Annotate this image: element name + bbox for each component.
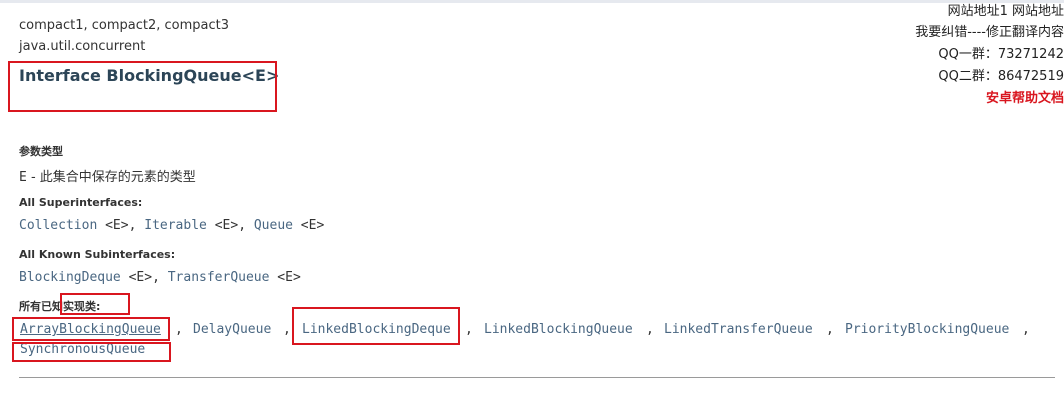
list-separator: , (826, 322, 834, 337)
class-link-linkedblockingqueue[interactable]: LinkedBlockingQueue (484, 322, 633, 337)
type-param-row: E - 此集合中保存的元素的类型 (19, 166, 196, 185)
profiles-text: compact1, compact2, compact3 (19, 18, 230, 33)
class-link-priorityblockingqueue[interactable]: PriorityBlockingQueue (845, 322, 1009, 337)
generic-param: <E> (269, 270, 301, 285)
subinterface-link[interactable]: BlockingDeque (19, 270, 121, 285)
list-separator: , (152, 270, 160, 285)
subinterfaces-list: BlockingDeque <E>, TransferQueue <E> (19, 270, 301, 285)
qq-group-2: QQ二群：86472519 (938, 69, 1064, 84)
site-links[interactable]: 网站地址1 网站地址 (948, 0, 1064, 19)
list-separator: , (465, 322, 473, 337)
subinterface-link[interactable]: TransferQueue (168, 270, 270, 285)
top-border (0, 0, 1064, 3)
superinterfaces-list: Collection <E>, Iterable <E>, Queue <E> (19, 218, 324, 233)
package-name: java.util.concurrent (19, 39, 146, 54)
type-params-heading: 参数类型 (19, 145, 63, 158)
highlight-box-title (8, 61, 277, 112)
superinterface-link[interactable]: Queue (254, 218, 293, 233)
report-error-link[interactable]: 我要纠错----修正翻译内容 (915, 21, 1064, 40)
highlight-box-heading (60, 293, 130, 315)
highlight-box-arrayblockingqueue (12, 317, 170, 341)
generic-param: <E> (120, 270, 153, 285)
android-docs-link[interactable]: 安卓帮助文档 (986, 87, 1064, 106)
class-link-delayqueue[interactable]: DelayQueue (193, 322, 271, 337)
superinterface-link[interactable]: Iterable (144, 218, 207, 233)
generic-param: <E> (97, 218, 129, 233)
subinterfaces-heading: All Known Subinterfaces: (19, 248, 176, 261)
type-param-name: E (19, 170, 27, 185)
list-separator: , (283, 322, 291, 337)
qq-group-1: QQ一群：73271242 (938, 47, 1064, 62)
generic-param: <E> (292, 218, 325, 233)
class-link-linkedtransferqueue[interactable]: LinkedTransferQueue (664, 322, 813, 337)
list-separator: , (128, 218, 137, 233)
generic-param: <E> (206, 218, 239, 233)
list-separator: , (175, 322, 183, 337)
superinterface-link[interactable]: Collection (19, 218, 97, 233)
highlight-box-linkedblockingdeque (292, 307, 460, 345)
list-separator: , (646, 322, 654, 337)
highlight-box-synchronousqueue (12, 342, 171, 362)
type-param-desc: - 此集合中保存的元素的类型 (26, 170, 196, 185)
section-divider (19, 377, 1055, 378)
list-separator: , (1022, 322, 1030, 337)
list-separator: , (238, 218, 247, 233)
superinterfaces-heading: All Superinterfaces: (19, 196, 143, 209)
